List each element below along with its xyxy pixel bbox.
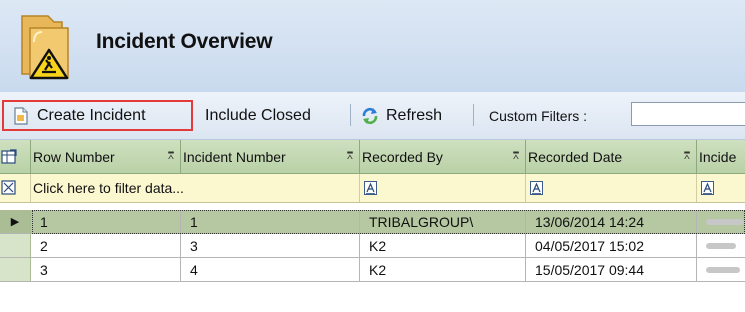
cell-recorded-date[interactable]: 13/06/2014 14:24 [526,210,697,234]
filter-operator-icon[interactable] [530,181,543,195]
filter-cell-incident[interactable] [697,174,745,202]
cell-incident-redacted[interactable] [697,258,745,282]
warning-folder-icon [21,15,69,80]
filter-cell-recorded-by[interactable] [360,174,526,202]
filter-clear-button[interactable] [0,174,31,202]
refresh-button[interactable]: Refresh [360,100,442,131]
column-header-label: Incident Number [183,148,286,165]
window-header: Incident Overview [0,0,745,92]
column-chooser-button[interactable] [0,140,31,173]
filter-cell-recorded-date[interactable] [526,174,697,202]
column-header-row-number[interactable]: Row Number ⩞ [31,140,181,173]
custom-filters-input[interactable] [631,102,745,126]
cell-recorded-by[interactable]: TRIBALGROUP\ [360,210,526,234]
pin-icon[interactable]: ⩞ [513,151,519,162]
column-header-label: Recorded By [362,148,443,165]
cell-incident-redacted[interactable] [697,234,745,258]
cell-recorded-by[interactable]: K2 [360,234,526,258]
document-icon [14,106,28,125]
column-header-label: Recorded Date [528,148,623,165]
row-selector[interactable] [0,258,31,282]
cell-row-number[interactable]: 1 [31,210,181,234]
filter-prompt[interactable]: Click here to filter data... [31,174,360,202]
filter-row: Click here to filter data... [0,174,745,203]
grid-header-row: Row Number ⩞ Incident Number ⩞ Recorded … [0,140,745,174]
cell-recorded-by[interactable]: K2 [360,258,526,282]
column-header-incident-number[interactable]: Incident Number ⩞ [181,140,360,173]
include-closed-button[interactable]: Include Closed [205,100,311,131]
column-header-label: Incide [699,148,737,165]
cell-incident-number[interactable]: 4 [181,258,360,282]
filter-operator-icon[interactable] [701,181,714,195]
column-header-incident[interactable]: Incide [697,140,745,173]
create-incident-button[interactable]: Create Incident [2,100,193,131]
filter-operator-icon[interactable] [364,181,377,195]
toolbar: Create Incident Include Closed Refresh C… [0,92,745,140]
grid-spacer [0,203,745,210]
table-row[interactable]: 2 3 K2 04/05/2017 15:02 [0,234,745,258]
cell-incident-number[interactable]: 1 [181,210,360,234]
current-row-arrow-icon: ▶ [10,216,20,228]
column-header-recorded-date[interactable]: Recorded Date ⩞ [526,140,697,173]
incident-grid: Row Number ⩞ Incident Number ⩞ Recorded … [0,140,745,312]
column-header-recorded-by[interactable]: Recorded By ⩞ [360,140,526,173]
column-header-label: Row Number [33,148,115,165]
page-title: Incident Overview [96,30,273,53]
custom-filters-label: Custom Filters : [489,107,588,124]
pin-icon[interactable]: ⩞ [168,151,174,162]
refresh-icon [362,107,378,124]
cell-incident-number[interactable]: 3 [181,234,360,258]
table-row[interactable]: ▶ 1 1 TRIBALGROUP\ 13/06/2014 14:24 [0,210,745,234]
filter-clear-icon [1,180,16,195]
pin-icon[interactable]: ⩞ [684,151,690,162]
cell-row-number[interactable]: 2 [31,234,181,258]
column-chooser-icon [1,148,17,164]
include-closed-label: Include Closed [205,106,311,124]
toolbar-separator [473,104,474,126]
pin-icon[interactable]: ⩞ [347,151,353,162]
create-incident-label: Create Incident [37,106,146,124]
cell-incident-redacted[interactable] [697,210,745,234]
row-selector[interactable] [0,234,31,258]
table-row[interactable]: 3 4 K2 15/05/2017 09:44 [0,258,745,282]
cell-row-number[interactable]: 3 [31,258,181,282]
cell-recorded-date[interactable]: 15/05/2017 09:44 [526,258,697,282]
row-selector[interactable]: ▶ [0,210,31,234]
toolbar-separator [350,104,351,126]
refresh-label: Refresh [386,106,443,124]
cell-recorded-date[interactable]: 04/05/2017 15:02 [526,234,697,258]
